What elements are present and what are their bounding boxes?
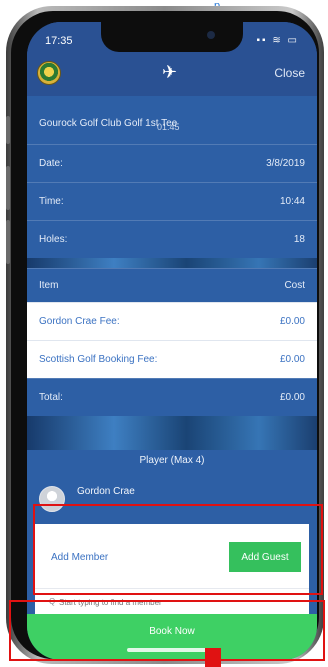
holes-value: 18 xyxy=(293,234,305,245)
side-button xyxy=(6,116,10,144)
date-label: Date: xyxy=(39,158,63,169)
decorative-banner xyxy=(27,258,317,268)
time-label: Time: xyxy=(39,196,64,207)
cost-item-value: £0.00 xyxy=(279,354,305,365)
holes-label: Holes: xyxy=(39,234,68,245)
booking-row-holes: Holes: 18 xyxy=(27,220,317,258)
player-name: Gordon Crae xyxy=(77,486,135,497)
side-button xyxy=(6,220,10,264)
booking-row-time: Time: 10:44 xyxy=(27,182,317,220)
club-crest-icon xyxy=(37,61,61,85)
cost-item-row: Gordon Crae Fee: £0.00 xyxy=(27,302,317,340)
venue-name: Gourock Golf Club Golf 1st Tee xyxy=(39,118,178,129)
status-time: 17:35 xyxy=(45,35,73,47)
total-value: £0.00 xyxy=(279,392,305,403)
camera-icon xyxy=(207,31,215,39)
decorative-banner xyxy=(27,416,317,450)
total-label: Total: xyxy=(39,392,63,403)
cost-header: Cost xyxy=(284,280,305,291)
players-header: Player (Max 4) xyxy=(139,455,205,466)
screenshot-stage: p 17:35 ▪▪ ≋ ▭ ✈ Close 01:45 Gourock Gol… xyxy=(0,0,328,667)
cost-item-value: £0.00 xyxy=(279,316,305,327)
app-header: ✈ Close 01:45 xyxy=(27,56,317,132)
venue-row: Gourock Golf Club Golf 1st Tee xyxy=(27,104,317,144)
highlight-box-book-now xyxy=(9,600,325,661)
booking-row-date: Date: 3/8/2019 xyxy=(27,144,317,182)
status-icons: ▪▪ ≋ ▭ xyxy=(256,35,299,46)
side-button xyxy=(6,166,10,210)
phone-notch xyxy=(101,22,243,52)
arrow-indicator xyxy=(205,648,221,667)
date-value: 3/8/2019 xyxy=(266,158,305,169)
item-header: Item xyxy=(39,280,59,291)
cost-item-row: Scottish Golf Booking Fee: £0.00 xyxy=(27,340,317,378)
cost-total-row: Total: £0.00 xyxy=(27,378,317,416)
cost-header-row: Item Cost xyxy=(27,268,317,302)
close-button[interactable]: Close xyxy=(274,66,305,80)
time-value: 10:44 xyxy=(279,196,305,207)
highlight-box-add-player xyxy=(33,504,323,595)
flag-golfer-icon: ✈ xyxy=(162,62,178,82)
cost-item-label: Scottish Golf Booking Fee: xyxy=(39,354,158,365)
cost-item-label: Gordon Crae Fee: xyxy=(39,316,120,327)
